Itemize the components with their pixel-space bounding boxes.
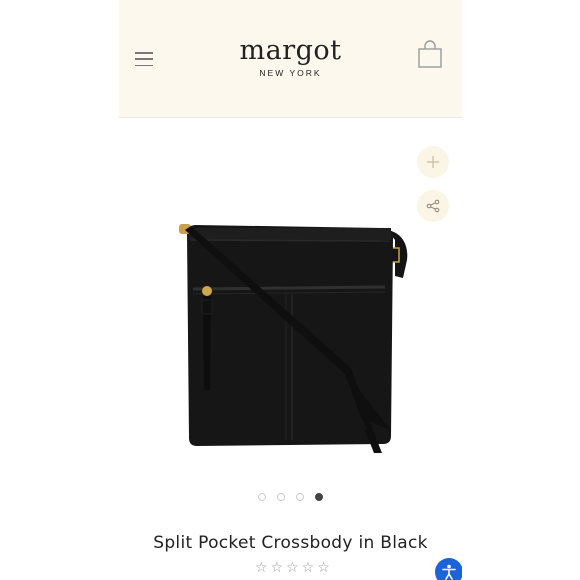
brand-name: margot [239,35,342,66]
zoom-button[interactable] [417,146,449,178]
left-margin [0,0,119,580]
gallery-dot-3[interactable] [296,493,304,501]
site-header: margot NEW YORK [119,0,462,118]
share-icon [426,199,440,213]
shopping-bag-icon[interactable] [417,39,443,69]
right-margin [462,0,580,580]
gallery-dot-4[interactable] [315,493,323,501]
product-image-gallery[interactable] [119,118,462,473]
accessibility-button[interactable] [435,558,462,580]
product-title: Split Pocket Crossbody in Black [153,533,428,553]
product-image [179,224,408,453]
plus-icon [427,156,439,168]
gallery-dot-1[interactable] [258,493,266,501]
gallery-pagination [119,493,462,501]
rating-stars[interactable]: ☆☆☆☆☆ [255,560,333,576]
accessibility-icon [442,564,456,580]
brand-tagline: NEW YORK [259,68,322,78]
mobile-page: margot NEW YORK Split Pocket Crossbody i… [119,0,462,580]
share-button[interactable] [417,190,449,222]
gallery-dot-2[interactable] [277,493,285,501]
brand-logo[interactable]: margot NEW YORK [119,35,462,79]
